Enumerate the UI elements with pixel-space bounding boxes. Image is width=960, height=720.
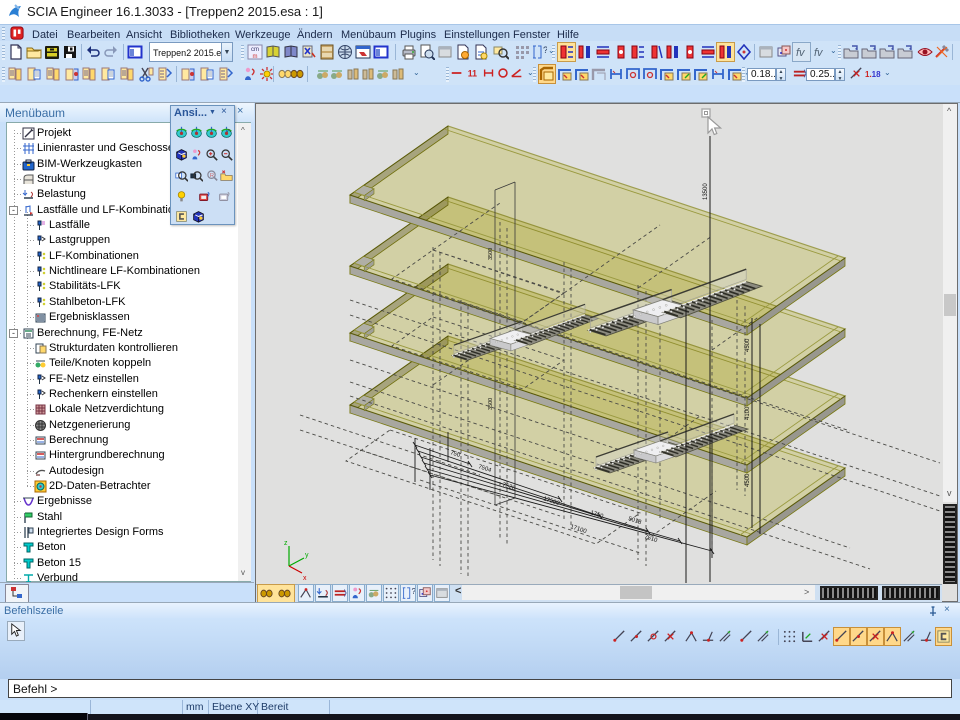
svg-text:3500: 3500 [488, 398, 494, 410]
svg-text:x: x [303, 575, 307, 582]
svg-text:4500: 4500 [745, 338, 751, 352]
svg-text:4100: 4100 [745, 406, 751, 420]
svg-text:z: z [284, 540, 288, 547]
svg-text:4500: 4500 [745, 473, 751, 487]
svg-text:y: y [305, 552, 309, 559]
svg-text:13500: 13500 [703, 183, 709, 200]
svg-text:3500: 3500 [488, 248, 494, 260]
